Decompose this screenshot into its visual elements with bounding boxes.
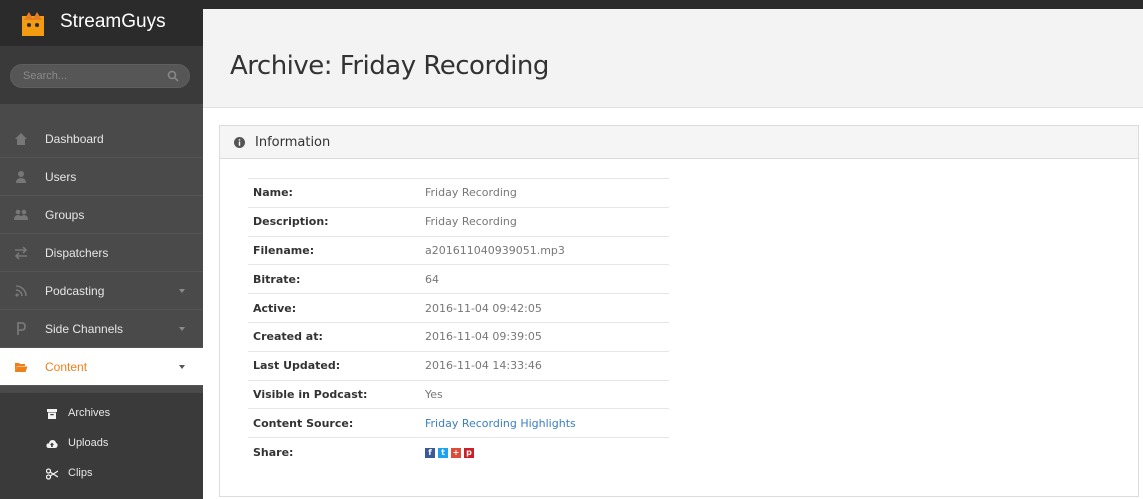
search-area: Search... bbox=[0, 46, 203, 104]
sidebar-nav: Dashboard Users Groups Dispatchers Podca… bbox=[0, 120, 203, 386]
sidebar: StreamGuys Search... Dashboard Users Gro… bbox=[0, 0, 203, 499]
chevron-down-icon[interactable] bbox=[179, 289, 185, 293]
sidebar-item-podcasting[interactable]: Podcasting bbox=[0, 272, 203, 310]
user-icon bbox=[16, 171, 26, 183]
sidebar-item-groups[interactable]: Groups bbox=[0, 196, 203, 234]
subnav-item-archives[interactable]: Archives bbox=[0, 399, 203, 429]
info-key: Share: bbox=[253, 445, 294, 459]
search-icon[interactable] bbox=[167, 70, 179, 82]
facebook-icon[interactable]: f bbox=[425, 447, 435, 458]
archive-icon bbox=[47, 409, 57, 419]
info-key: Created at: bbox=[253, 330, 323, 344]
google-plus-icon[interactable]: + bbox=[451, 447, 461, 458]
sidebar-item-label: Dispatchers bbox=[45, 246, 109, 260]
info-value: 2016-11-04 09:42:05 bbox=[425, 301, 542, 315]
content-source-link[interactable]: Friday Recording Highlights bbox=[425, 409, 669, 438]
table-row: Active: 2016-11-04 09:42:05 bbox=[248, 293, 669, 323]
page-title: Archive: Friday Recording bbox=[230, 51, 549, 81]
sidebar-item-label: Podcasting bbox=[45, 284, 105, 298]
subnav-item-uploads[interactable]: Uploads bbox=[0, 429, 203, 459]
info-key: Active: bbox=[253, 301, 297, 315]
info-key: Bitrate: bbox=[253, 272, 301, 286]
twitter-icon[interactable]: t bbox=[438, 447, 448, 458]
info-value: 2016-11-04 14:33:46 bbox=[425, 359, 542, 373]
facebook-glyph: f bbox=[428, 447, 432, 457]
info-value: Friday Recording bbox=[425, 186, 517, 200]
chevron-down-icon[interactable] bbox=[179, 365, 185, 369]
table-row: Share: f t + p bbox=[248, 437, 669, 467]
sidebar-item-side-channels[interactable]: Side Channels bbox=[0, 310, 203, 348]
table-row: Bitrate: 64 bbox=[248, 264, 669, 294]
folder-open-icon bbox=[15, 363, 28, 372]
table-row: Name: Friday Recording bbox=[248, 178, 669, 208]
table-row: Description: Friday Recording bbox=[248, 207, 669, 236]
info-value: Yes bbox=[425, 387, 443, 401]
home-icon bbox=[15, 133, 27, 145]
top-bar bbox=[203, 0, 1143, 9]
exchange-icon bbox=[14, 246, 28, 260]
users-icon bbox=[14, 209, 28, 220]
content-subnav: Archives Uploads Clips bbox=[0, 393, 203, 499]
table-row: Visible in Podcast: Yes bbox=[248, 380, 669, 409]
sidebar-item-dispatchers[interactable]: Dispatchers bbox=[0, 234, 203, 272]
table-row: Filename: a201611040939051.mp3 bbox=[248, 236, 669, 265]
sidebar-item-label: Groups bbox=[45, 208, 85, 222]
info-value: Friday Recording bbox=[425, 215, 517, 229]
table-row: Last Updated: 2016-11-04 14:33:46 bbox=[248, 351, 669, 380]
rss-icon bbox=[15, 285, 27, 297]
info-value: 64 bbox=[425, 272, 439, 286]
info-value: a201611040939051.mp3 bbox=[425, 243, 565, 257]
share-icons: f t + p bbox=[425, 447, 474, 458]
search-input[interactable]: Search... bbox=[10, 64, 190, 88]
sidebar-item-label: Dashboard bbox=[45, 132, 104, 146]
scissors-icon bbox=[46, 468, 58, 480]
information-panel: Information Name: Friday Recording Descr… bbox=[219, 125, 1139, 497]
info-key: Content Source: bbox=[253, 416, 354, 430]
subnav-item-label: Uploads bbox=[68, 437, 109, 449]
brand-bar: StreamGuys bbox=[0, 0, 203, 46]
chevron-down-icon[interactable] bbox=[179, 327, 185, 331]
share-cell: f t + p bbox=[425, 438, 669, 467]
info-table: Name: Friday Recording Description: Frid… bbox=[248, 178, 669, 466]
pinterest-glyph: p bbox=[466, 447, 472, 457]
search-placeholder: Search... bbox=[23, 70, 68, 82]
sidebar-item-label: Content bbox=[45, 360, 88, 374]
subnav-item-label: Clips bbox=[68, 467, 93, 479]
sidebar-item-label: Side Channels bbox=[45, 322, 124, 336]
info-key: Name: bbox=[253, 186, 293, 200]
sidebar-item-users[interactable]: Users bbox=[0, 158, 203, 196]
info-key: Filename: bbox=[253, 243, 315, 257]
subnav-item-clips[interactable]: Clips bbox=[0, 459, 203, 489]
google-plus-glyph: + bbox=[452, 447, 460, 457]
sidebar-item-dashboard[interactable]: Dashboard bbox=[0, 120, 203, 158]
pinterest-icon[interactable]: p bbox=[464, 447, 474, 458]
streamguys-logo-icon bbox=[22, 12, 44, 36]
sidebar-item-label: Users bbox=[45, 170, 77, 184]
info-key: Description: bbox=[253, 215, 329, 229]
table-row: Created at: 2016-11-04 09:39:05 bbox=[248, 322, 669, 351]
brand-name[interactable]: StreamGuys bbox=[60, 11, 166, 33]
page-header: Archive: Friday Recording bbox=[203, 9, 1143, 108]
subnav-item-label: Archives bbox=[68, 407, 111, 419]
info-key: Last Updated: bbox=[253, 359, 341, 373]
sidebar-item-content[interactable]: Content bbox=[0, 348, 203, 386]
info-circle-icon bbox=[234, 137, 245, 148]
table-row: Content Source: Friday Recording Highlig… bbox=[248, 408, 669, 438]
cloud-upload-icon bbox=[46, 440, 58, 448]
info-value: 2016-11-04 09:39:05 bbox=[425, 330, 542, 344]
parking-icon bbox=[17, 322, 26, 335]
info-key: Visible in Podcast: bbox=[253, 387, 368, 401]
panel-header: Information bbox=[220, 126, 1138, 159]
panel-title: Information bbox=[255, 135, 331, 150]
twitter-glyph: t bbox=[441, 447, 445, 457]
